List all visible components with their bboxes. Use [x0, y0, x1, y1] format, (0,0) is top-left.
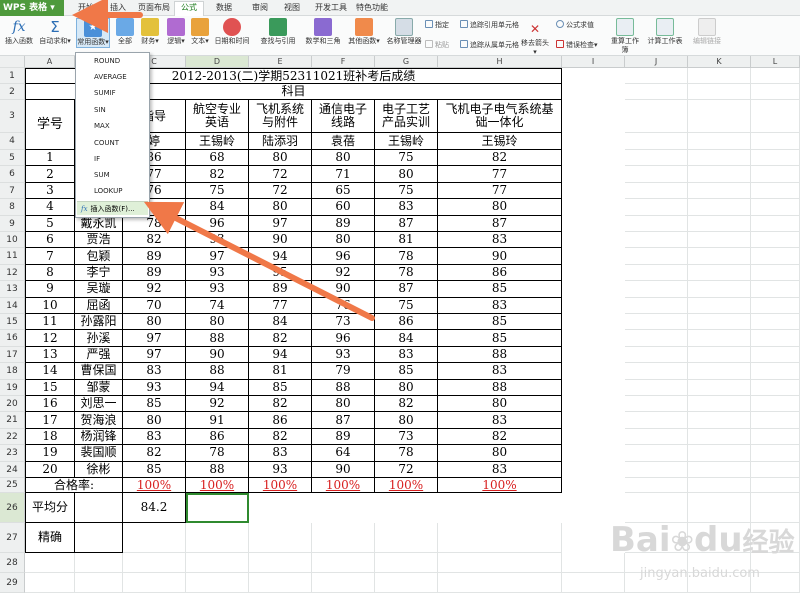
arrow-to-insert-function	[143, 201, 375, 321]
annotation-arrows	[72, 0, 375, 321]
